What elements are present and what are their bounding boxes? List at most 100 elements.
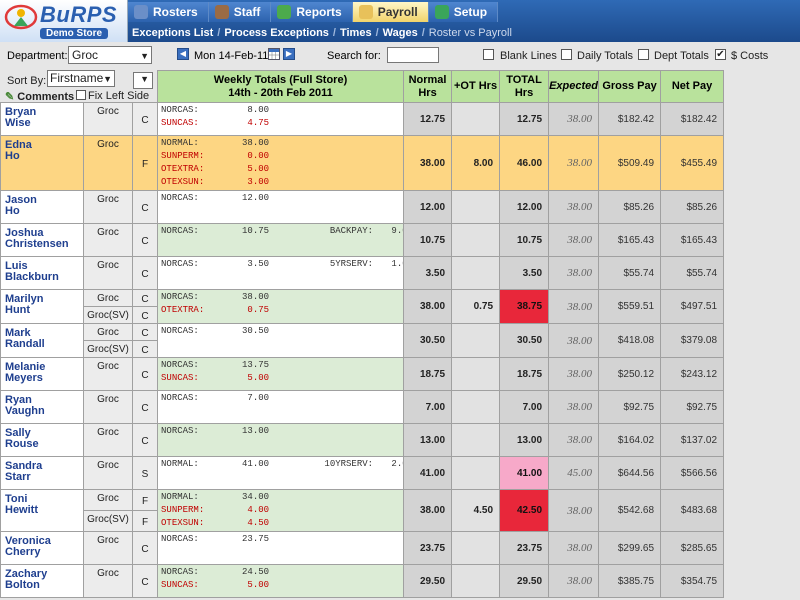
calendar-icon[interactable] [268, 48, 280, 60]
pay-code-hours: 0.75 [247, 305, 270, 315]
employee-name[interactable]: Veronica Cherry [0, 531, 84, 565]
department-select[interactable]: Groc ▼ [68, 46, 152, 64]
gross-pay-cell: $542.68 [598, 489, 662, 532]
last-name: Vaughn [5, 405, 45, 417]
employee-name[interactable]: Bryan Wise [0, 102, 84, 136]
tab-rosters[interactable]: Rosters [128, 2, 209, 22]
employee-name[interactable]: Edna Ho [0, 135, 84, 191]
pay-code-name: NORCAS: [161, 426, 199, 436]
next-week-button[interactable]: ▶ [283, 48, 295, 60]
table-row[interactable]: Ryan Vaughn Groc C NORCAS: 7.00 7.00 7.00 38.00 $… [0, 390, 725, 424]
employee-name[interactable]: Sandra Starr [0, 456, 84, 490]
pay-line-spacer [269, 325, 403, 338]
expected-hrs-cell: 38.00 [548, 135, 600, 191]
employee-name[interactable]: Ryan Vaughn [0, 390, 84, 424]
table-row[interactable]: Jason Ho Groc C NORCAS: 12.00 12.00 12.00 38.00 $… [0, 190, 725, 224]
dept-totals-checkbox[interactable] [638, 49, 649, 60]
pay-code-hours: 13.00 [242, 426, 270, 436]
table-row[interactable]: SandraStarrGrocSNORMAL: 41.00 10YRSERV: 2.0… [0, 456, 725, 490]
weekly-totals-cell[interactable]: NORCAS: 3.50 5YRSERV: 1.00 [157, 256, 405, 290]
employee-name[interactable]: Luis Blackburn [0, 256, 84, 290]
wages-table-area: Weekly Totals (Full Store) 14th - 20th Fe… [0, 70, 800, 600]
pay-code-line: NORCAS: 3.50 5YRSERV: 1.00 [161, 258, 403, 271]
comments-toggle[interactable]: ✎ Comments [5, 90, 74, 103]
prev-week-button[interactable]: ◀ [177, 48, 189, 60]
table-row[interactable]: Veronica Cherry Groc C NORCAS: 23.75 23.75 23.7… [0, 531, 725, 565]
weekly-totals-cell[interactable]: NORCAS: 23.75 [157, 531, 405, 565]
tab-setup[interactable]: Setup [428, 2, 499, 22]
tab-staff[interactable]: Staff [208, 2, 272, 22]
total-hrs-cell: 42.50 [499, 489, 550, 532]
department-cell: Groc [83, 102, 133, 136]
normal-hrs-header[interactable]: Normal Hrs [403, 70, 453, 103]
weekly-totals-cell[interactable]: NORCAS: 8.00 SUNCAS: 4.75 [157, 102, 405, 136]
subnav-exceptions-list[interactable]: Exceptions List [128, 27, 217, 39]
table-row[interactable]: Zachary Bolton Groc C NORCAS: 24.50 SUNCAS: 5.0… [0, 564, 725, 598]
table-row[interactable]: Mark Randall Groc C NORCAS: 30.50 30.50 30.50 38… [0, 323, 725, 358]
sort-by-select[interactable]: Firstname ▼ [47, 70, 115, 87]
total-hrs-header[interactable]: TOTAL Hrs [499, 70, 550, 103]
net-pay-cell: $483.68 [660, 489, 725, 532]
checkmark-icon: ✔ [716, 49, 725, 60]
subnav-process-exceptions[interactable]: Process Exceptions [220, 27, 333, 39]
blank-lines-checkbox[interactable] [483, 49, 494, 60]
pay-code-hours: 10.75 [242, 226, 270, 236]
pay-code-name: OTEXTRA: [161, 305, 205, 315]
weekly-totals-cell[interactable]: NORMAL: 41.00 10YRSERV: 2.00 [157, 456, 405, 490]
employee-name[interactable]: Melanie Meyers [0, 357, 84, 391]
table-row[interactable]: Sally Rouse Groc C NORCAS: 13.00 13.00 13.00 38.… [0, 423, 725, 457]
table-row[interactable]: Toni Hewitt Groc F NORMAL: 34.00 SUNPERM: 4.00 O… [0, 489, 725, 532]
sort-direction-select[interactable]: ▼ [133, 72, 153, 89]
employee-name[interactable]: Mark Randall [0, 323, 84, 358]
pay-code-line: OTEXSUN: 3.00 [161, 176, 403, 189]
employment-type-cell: C [131, 323, 159, 341]
tab-label: Payroll [377, 5, 418, 19]
subnav-roster-vs-payroll[interactable]: Roster vs Payroll [425, 27, 516, 39]
expected-hrs-cell: 38.00 [548, 357, 600, 391]
allowance-amount: 1.00 [391, 259, 403, 269]
employee-name[interactable]: Jason Ho [0, 190, 84, 224]
costs-checkbox[interactable]: ✔ [715, 49, 726, 60]
weekly-totals-cell[interactable]: NORCAS: 13.75 SUNCAS: 5.00 [157, 357, 405, 391]
expected-hrs-cell: 38.00 [548, 223, 600, 257]
table-row[interactable]: Joshua Christensen Groc C NORCAS: 10.75 BACKPA… [0, 223, 725, 257]
table-row[interactable]: Melanie Meyers Groc C NORCAS: 13.75 SUNCAS: 5.0… [0, 357, 725, 391]
weekly-totals-cell[interactable]: NORCAS: 24.50 SUNCAS: 5.00 [157, 564, 405, 598]
gross-pay-header[interactable]: Gross Pay [598, 70, 662, 103]
employee-name[interactable]: Zachary Bolton [0, 564, 84, 598]
total-hrs-cell: 7.00 [499, 390, 550, 424]
employee-name[interactable]: Joshua Christensen [0, 223, 84, 257]
table-row[interactable]: LuisBlackburnGrocCNORCAS: 3.50 5YRSERV: 1.0… [0, 256, 725, 290]
employee-name[interactable]: Toni Hewitt [0, 489, 84, 532]
employee-name[interactable]: Marilyn Hunt [0, 289, 84, 324]
table-row[interactable]: Edna Ho Groc F NORMAL: 38.00 SUNPERM: 0.00 OTEXT… [0, 135, 725, 191]
pay-line-spacer [269, 533, 403, 546]
weekly-totals-cell[interactable]: NORCAS: 38.00 OTEXTRA: 0.75 [157, 289, 405, 324]
net-pay-cell: $497.51 [660, 289, 725, 324]
weekly-totals-cell[interactable]: NORCAS: 13.00 [157, 423, 405, 457]
subnav-times[interactable]: Times [336, 27, 376, 39]
weekly-totals-cell[interactable]: NORMAL: 34.00 SUNPERM: 4.00 OTEXSUN: 4.50 [157, 489, 405, 532]
weekly-totals-cell[interactable]: NORMAL: 38.00 SUNPERM: 0.00 OTEXTRA: 5.00 OTEX… [157, 135, 405, 191]
table-row[interactable]: Marilyn Hunt Groc C NORCAS: 38.00 OTEXTRA: 0.75… [0, 289, 725, 324]
app-logo[interactable]: BuRPS Demo Store [0, 0, 128, 42]
daily-totals-checkbox[interactable] [561, 49, 572, 60]
weekly-totals-cell[interactable]: NORCAS: 10.75 BACKPAY: 9.00 [157, 223, 405, 257]
weekly-totals-cell[interactable]: NORCAS: 7.00 [157, 390, 405, 424]
table-row[interactable]: Bryan Wise Groc C NORCAS: 8.00 SUNCAS: 4.75 12.7… [0, 102, 725, 136]
pay-code-hours: 4.00 [247, 505, 270, 515]
employee-name[interactable]: Sally Rouse [0, 423, 84, 457]
ot-hrs-header[interactable]: +OT Hrs [451, 70, 501, 103]
tab-reports[interactable]: Reports [271, 2, 353, 22]
filter-toolbar: Department: Groc ▼ ◀ Mon 14-Feb-11 ▶ Sea… [0, 42, 800, 68]
tab-payroll[interactable]: Payroll [352, 2, 429, 22]
search-input[interactable] [387, 47, 439, 63]
net-pay-header[interactable]: Net Pay [660, 70, 725, 103]
fix-left-side-checkbox[interactable] [76, 90, 86, 100]
expected-hrs-cell: 38.00 [548, 564, 600, 598]
weekly-totals-cell[interactable]: NORCAS: 12.00 [157, 190, 405, 224]
ot-hrs-cell [451, 531, 501, 565]
subnav-wages[interactable]: Wages [379, 27, 422, 39]
weekly-totals-cell[interactable]: NORCAS: 30.50 [157, 323, 405, 358]
expected-header[interactable]: Expected [548, 70, 600, 103]
